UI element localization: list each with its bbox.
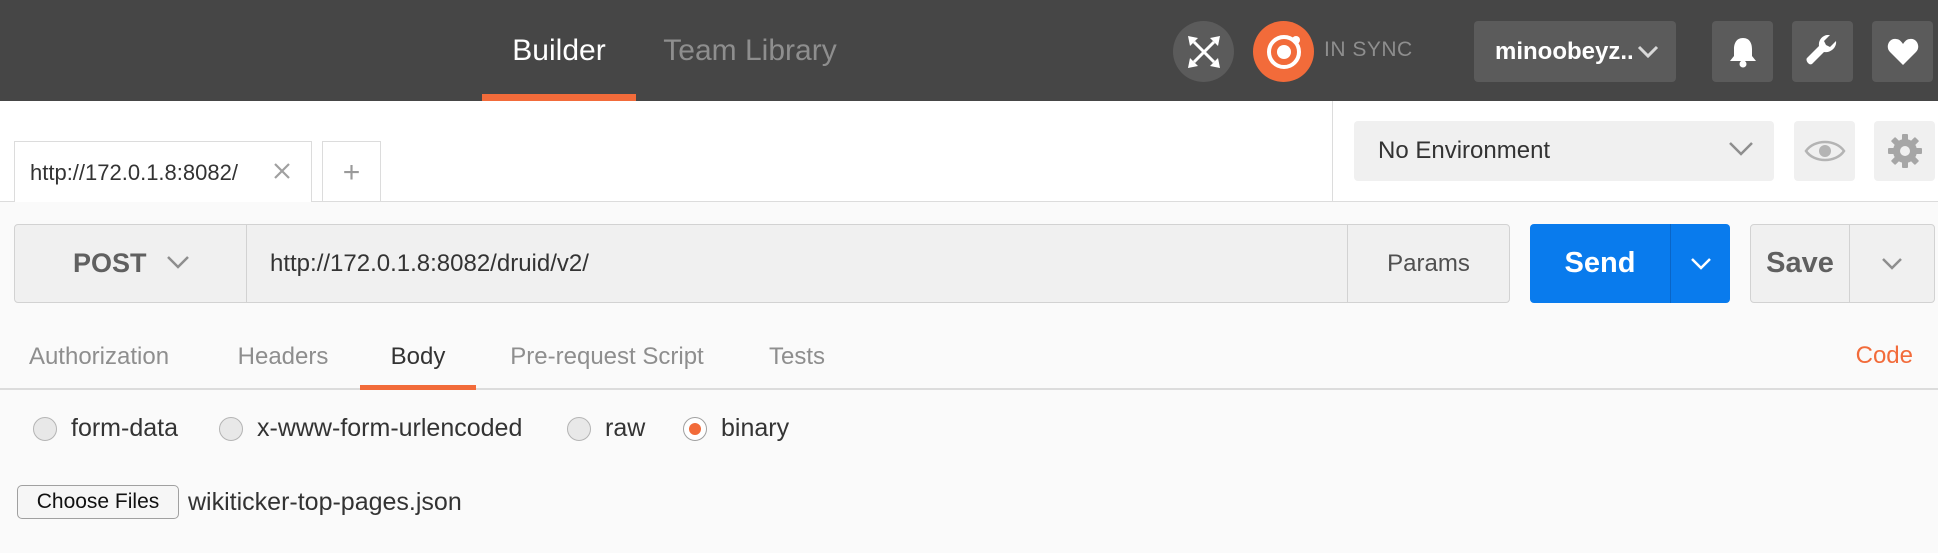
heart-icon — [1887, 38, 1918, 65]
save-options-button[interactable] — [1849, 224, 1935, 303]
chevron-down-icon — [167, 256, 189, 269]
user-name: minoobeyz.. — [1495, 37, 1634, 65]
method-label: POST — [73, 248, 147, 278]
url-bar: POST Params — [14, 224, 1510, 303]
gear-icon — [1887, 134, 1922, 168]
user-menu-button[interactable]: minoobeyz.. — [1474, 21, 1676, 82]
save-button[interactable]: Save — [1750, 224, 1850, 303]
tab-pre-request-script[interactable]: Pre-request Script — [498, 326, 716, 388]
choose-files-button[interactable]: Choose Files — [17, 485, 179, 519]
sync-button[interactable] — [1253, 21, 1314, 82]
sync-status: IN SYNC — [1324, 38, 1413, 61]
tab-headers-label: Headers — [237, 343, 329, 370]
selected-file-name: wikiticker-top-pages.json — [188, 487, 462, 516]
support-button[interactable] — [1872, 21, 1933, 82]
request-tab-label: http://172.0.1.8:8082/ — [30, 159, 238, 185]
tab-builder-label: Builder — [512, 33, 606, 67]
radio-binary[interactable]: binary — [683, 414, 789, 443]
tab-authorization[interactable]: Authorization — [14, 326, 184, 388]
bell-icon — [1729, 37, 1756, 67]
tab-team-library[interactable]: Team Library — [650, 0, 850, 101]
eye-icon — [1803, 140, 1846, 162]
send-options-button[interactable] — [1670, 224, 1730, 303]
interceptor-button[interactable] — [1173, 21, 1234, 82]
file-picker: Choose Files wikiticker-top-pages.json — [17, 485, 462, 519]
save-label: Save — [1766, 247, 1834, 279]
manage-environments-button[interactable] — [1874, 121, 1935, 181]
chevron-down-icon — [1637, 45, 1659, 58]
radio-label: x-www-form-urlencoded — [257, 414, 523, 442]
request-tab[interactable]: http://172.0.1.8:8082/ — [14, 141, 312, 203]
settings-button[interactable] — [1792, 21, 1853, 82]
request-subtabs: Authorization Headers Body Pre-request S… — [0, 326, 1938, 390]
environment-quick-look-button[interactable] — [1794, 121, 1855, 181]
tab-pre-request-script-label: Pre-request Script — [510, 343, 704, 370]
radio-x-www-form-urlencoded[interactable]: x-www-form-urlencoded — [219, 414, 522, 443]
body-type-options: form-data x-www-form-urlencoded raw bina… — [0, 404, 1938, 454]
request-builder: POST Params Send Save Authorization Head… — [0, 202, 1938, 553]
close-icon[interactable] — [270, 158, 294, 184]
tab-body-label: Body — [390, 343, 446, 370]
tab-authorization-label: Authorization — [28, 343, 170, 370]
tab-team-library-label: Team Library — [663, 33, 837, 67]
tab-builder[interactable]: Builder — [482, 0, 636, 101]
url-input[interactable] — [248, 225, 1360, 302]
radio-button[interactable] — [219, 416, 243, 441]
tab-tests[interactable]: Tests — [752, 326, 842, 388]
sync-icon — [1266, 34, 1301, 69]
tab-body[interactable]: Body — [360, 326, 476, 390]
notifications-button[interactable] — [1712, 21, 1773, 82]
wrench-icon — [1806, 34, 1836, 64]
divider — [1332, 101, 1333, 202]
radio-button-selected[interactable] — [683, 416, 707, 441]
chevron-down-icon — [1882, 257, 1902, 270]
code-link[interactable]: Code — [1856, 342, 1913, 370]
params-label: Params — [1387, 249, 1470, 277]
radio-raw[interactable]: raw — [567, 414, 645, 443]
send-button[interactable]: Send — [1530, 224, 1670, 303]
environment-selected: No Environment — [1378, 137, 1551, 164]
tab-tests-label: Tests — [768, 343, 825, 370]
radio-button[interactable] — [567, 416, 591, 441]
add-tab-icon: + — [342, 155, 361, 189]
radio-form-data[interactable]: form-data — [33, 414, 178, 443]
add-tab-button[interactable]: + — [322, 141, 381, 203]
radio-button[interactable] — [33, 416, 57, 441]
top-header-bar: Builder Team Library IN SYNC minoobeyz.. — [0, 0, 1938, 101]
chevron-down-icon — [1729, 142, 1753, 156]
tab-headers[interactable]: Headers — [226, 326, 340, 388]
radio-label: binary — [721, 414, 790, 442]
environment-select[interactable]: No Environment — [1354, 121, 1774, 181]
radio-label: raw — [605, 414, 646, 442]
chevron-down-icon — [1690, 257, 1711, 270]
radio-label: form-data — [71, 414, 178, 442]
send-label: Send — [1564, 247, 1636, 279]
interceptor-icon — [1187, 35, 1220, 68]
method-select[interactable]: POST — [15, 225, 247, 302]
params-button[interactable]: Params — [1347, 225, 1509, 302]
